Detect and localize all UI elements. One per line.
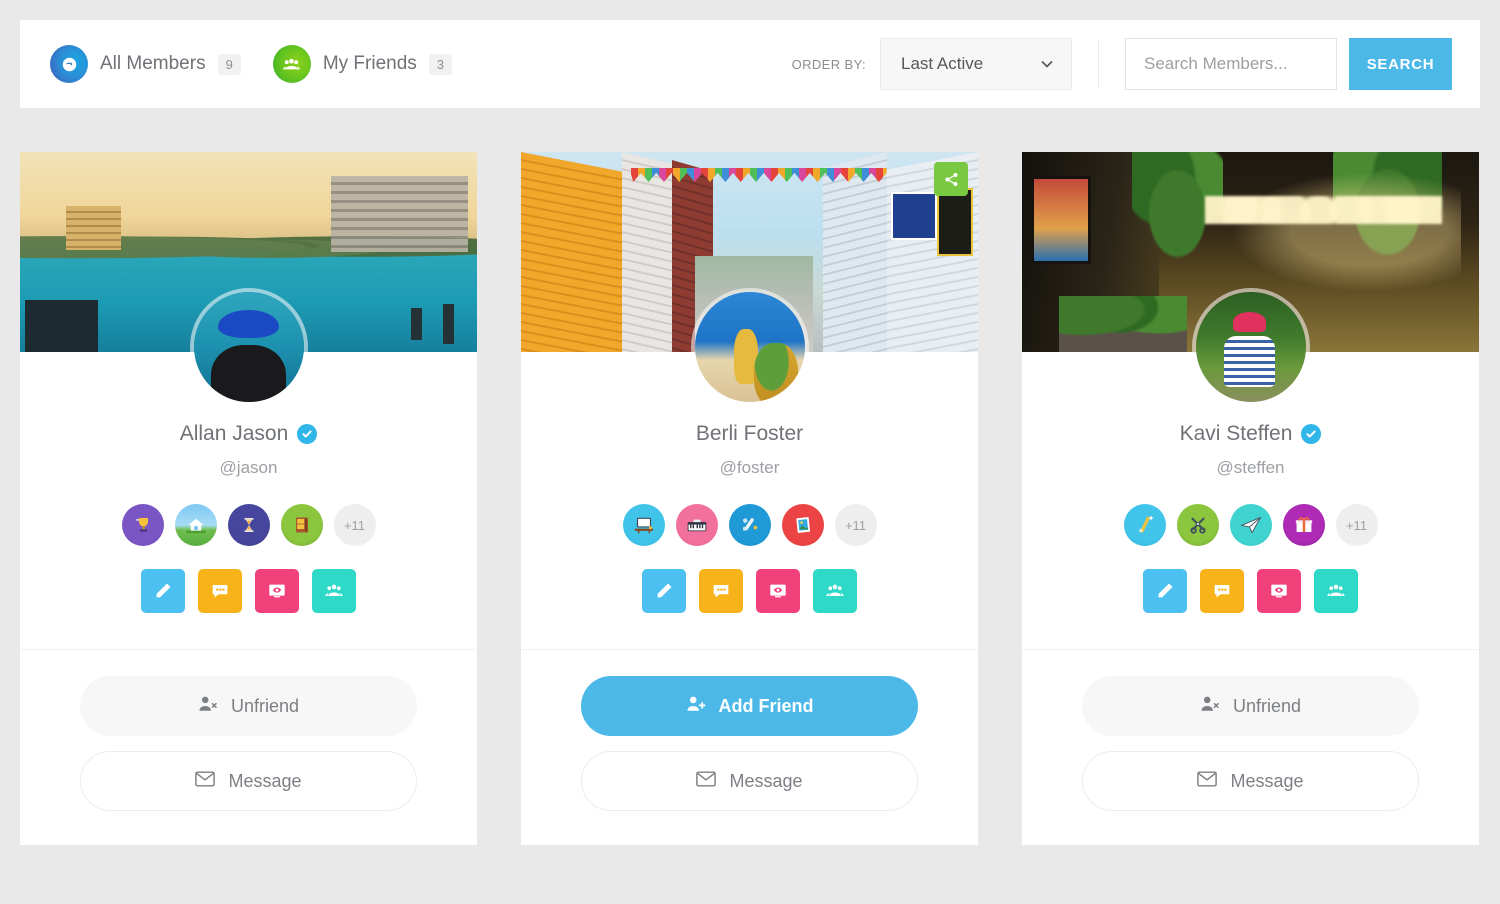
edit-action[interactable] (642, 569, 686, 613)
tab-all-members-label: All Members (100, 53, 206, 74)
message-button-label: Message (228, 770, 302, 791)
gift-badge[interactable] (1282, 504, 1325, 546)
order-by-value: Last Active (901, 54, 984, 73)
member-card: Allan Jason @jason +11 Unfriend Message (20, 152, 477, 845)
message-action[interactable] (699, 569, 743, 613)
add-friend-button-label: Add Friend (718, 695, 814, 716)
message-button-label: Message (1230, 770, 1304, 791)
avatar[interactable] (1195, 292, 1306, 402)
badges-more-count[interactable]: +11 (834, 504, 877, 546)
member-quick-actions (20, 569, 477, 649)
search-input[interactable] (1125, 38, 1337, 90)
bookshelf-badge[interactable] (280, 504, 323, 546)
member-type-tabs: All Members 9 My Friends 3 (50, 45, 453, 83)
unfriend-button[interactable]: Unfriend (1082, 676, 1419, 736)
members-directory-page: All Members 9 My Friends 3 ORDER BY: Las… (0, 0, 1500, 904)
message-button[interactable]: Message (581, 751, 918, 811)
member-card-grid: Allan Jason @jason +11 Unfriend Message … (20, 152, 1480, 845)
member-badges: +11 (20, 504, 477, 546)
order-by-label: ORDER BY: (791, 56, 866, 72)
add-friend-button[interactable]: Add Friend (581, 676, 918, 736)
hourglass-badge[interactable] (227, 504, 270, 546)
friends-group-icon (272, 45, 311, 83)
verified-check-icon (1301, 424, 1322, 444)
tab-my-friends-label: My Friends (322, 53, 417, 74)
trophy-badge[interactable] (121, 504, 164, 546)
filter-controls: ORDER BY: Last Active SEARCH (792, 38, 1452, 90)
scissors-badge[interactable] (1176, 504, 1219, 546)
tab-all-members-count: 9 (217, 53, 241, 75)
groups-action[interactable] (1314, 569, 1358, 613)
tools-badge[interactable] (728, 504, 771, 546)
groups-action[interactable] (312, 569, 356, 613)
avatar-image (1195, 292, 1306, 402)
user-add-icon (686, 695, 706, 718)
member-quick-actions (1022, 569, 1479, 649)
unfriend-button-label: Unfriend (1232, 695, 1302, 716)
toolbar-divider (1098, 39, 1099, 89)
status-badge (286, 384, 302, 399)
piano-badge[interactable] (675, 504, 718, 546)
member-handle: @foster (719, 458, 780, 477)
avatar-image (193, 292, 304, 402)
member-name-row: Berli Foster (521, 420, 978, 448)
member-card-footer: Unfriend Message (20, 650, 477, 845)
avatar[interactable] (694, 292, 805, 402)
unfriend-button[interactable]: Unfriend (80, 676, 417, 736)
user-remove-icon (1200, 695, 1220, 718)
member-quick-actions (521, 569, 978, 649)
message-action[interactable] (198, 569, 242, 613)
user-remove-icon (198, 695, 218, 718)
member-card: Berli Foster @foster +11 Add Friend Mess… (521, 152, 978, 845)
paper-plane-badge[interactable] (1229, 504, 1272, 546)
member-card-footer: Unfriend Message (1022, 650, 1479, 845)
member-name[interactable]: Allan Jason (180, 422, 289, 446)
avatar-image (694, 292, 805, 402)
member-badges: +11 (521, 504, 978, 546)
member-name-row: Kavi Steffen (1022, 420, 1479, 448)
tab-my-friends[interactable]: My Friends 3 (272, 45, 453, 83)
members-filter-bar: All Members 9 My Friends 3 ORDER BY: Las… (20, 20, 1480, 108)
workspace-badge[interactable] (622, 504, 665, 546)
message-button[interactable]: Message (1082, 751, 1419, 811)
envelope-icon (696, 770, 717, 792)
member-handle: @steffen (1216, 458, 1285, 477)
groups-action[interactable] (813, 569, 857, 613)
badges-more-count[interactable]: +11 (333, 504, 376, 546)
photo-badge[interactable] (781, 504, 824, 546)
chevron-down-icon (1039, 56, 1055, 72)
member-name-row: Allan Jason (20, 420, 477, 448)
globe-members-icon (50, 45, 88, 83)
member-badges: +11 (1022, 504, 1479, 546)
verified-check-icon (297, 424, 318, 444)
view-action[interactable] (756, 569, 800, 613)
badges-more-count[interactable]: +11 (1335, 504, 1378, 546)
tab-all-members[interactable]: All Members 9 (50, 45, 241, 83)
edit-action[interactable] (1143, 569, 1187, 613)
tab-my-friends-count: 3 (428, 53, 453, 75)
status-badge (1288, 384, 1304, 399)
avatar[interactable] (193, 292, 304, 402)
order-by-select[interactable]: Last Active (880, 38, 1072, 90)
search-button[interactable]: SEARCH (1349, 38, 1452, 90)
house-badge[interactable] (174, 504, 217, 546)
member-name[interactable]: Kavi Steffen (1180, 422, 1293, 446)
view-action[interactable] (255, 569, 299, 613)
message-button-label: Message (729, 770, 803, 791)
message-action[interactable] (1200, 569, 1244, 613)
envelope-icon (1197, 770, 1218, 792)
message-button[interactable]: Message (80, 751, 417, 811)
member-name[interactable]: Berli Foster (696, 422, 803, 446)
envelope-icon (195, 770, 216, 792)
status-badge (787, 384, 803, 399)
edit-action[interactable] (141, 569, 185, 613)
view-action[interactable] (1257, 569, 1301, 613)
member-handle: @jason (219, 458, 278, 477)
unfriend-button-label: Unfriend (230, 695, 300, 716)
member-card-footer: Add Friend Message (521, 650, 978, 845)
magic-pencil-badge[interactable] (1123, 504, 1166, 546)
member-card: Kavi Steffen @steffen +11 Unfriend Messa… (1022, 152, 1479, 845)
share-button[interactable] (934, 162, 968, 196)
